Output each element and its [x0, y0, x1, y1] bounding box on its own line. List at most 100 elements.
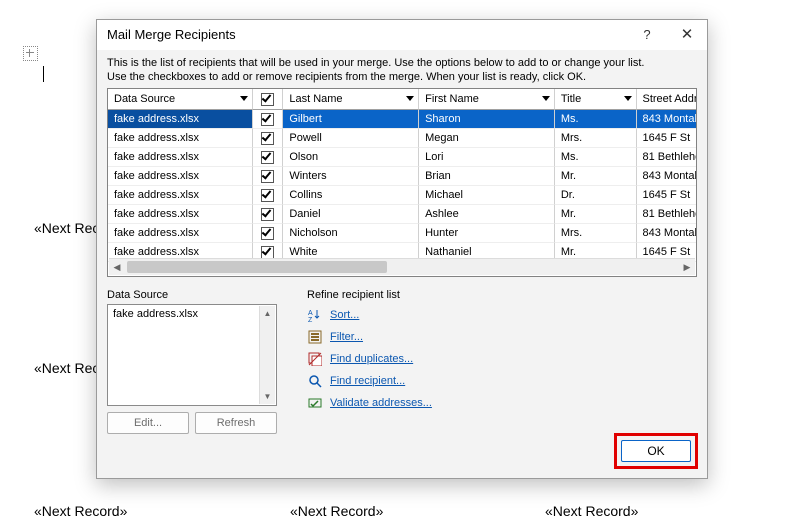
checkbox-icon [261, 93, 274, 106]
find-recipient-link[interactable]: Find recipient... [330, 375, 405, 387]
table-row[interactable]: fake address.xlsx OlsonLoriMs.81 Bethlehe… [108, 148, 697, 167]
datasource-listbox[interactable]: fake address.xlsx ▲ ▼ [107, 304, 277, 406]
dialog-intro: This is the list of recipients that will… [107, 56, 697, 84]
table-row[interactable]: fake address.xlsxGilbertSharonMs.843 Mon… [108, 110, 697, 129]
cell-checkbox[interactable] [253, 110, 283, 129]
scroll-right-icon: ▶ [679, 259, 695, 275]
col-lastname[interactable]: Last Name [283, 89, 419, 110]
cell-datasource: fake address.xlsx [108, 167, 253, 186]
col-title-label: Title [561, 93, 581, 105]
cell-lastname: Olson [283, 148, 419, 167]
cell-checkbox[interactable] [253, 167, 283, 186]
cell-title: Ms. [555, 148, 637, 167]
cell-lastname: Nicholson [283, 224, 419, 243]
col-lastname-label: Last Name [289, 93, 342, 105]
cell-lastname: Powell [283, 129, 419, 148]
vertical-scrollbar[interactable]: ▲ ▼ [259, 306, 275, 404]
edit-button[interactable]: Edit... [107, 412, 189, 434]
recipients-table: Data Source Last Name First Name [107, 88, 697, 277]
intro-line-2: Use the checkboxes to add or remove reci… [107, 70, 697, 84]
cell-firstname: Lori [419, 148, 555, 167]
cell-datasource: fake address.xlsx [108, 224, 253, 243]
dialog-titlebar: Mail Merge Recipients ? ✕ [97, 20, 707, 50]
col-title[interactable]: Title [555, 89, 637, 110]
checkbox-icon [261, 246, 274, 259]
cell-lastname: Daniel [283, 205, 419, 224]
table-row[interactable]: fake address.xlsx DanielAshleeMr.81 Bethl… [108, 205, 697, 224]
sort-link[interactable]: Sort... [330, 309, 359, 321]
merge-field: «Next Record» [290, 503, 383, 519]
chevron-down-icon [624, 96, 632, 101]
cell-datasource: fake address.xlsx [108, 205, 253, 224]
find-duplicates-link[interactable]: Find duplicates... [330, 353, 413, 365]
merge-field: «Next Record» [545, 503, 638, 519]
col-firstname-label: First Name [425, 93, 479, 105]
col-address[interactable]: Street Address [637, 89, 698, 110]
cell-title: Mrs. [555, 129, 637, 148]
col-select-all[interactable] [253, 89, 283, 110]
cell-lastname: Gilbert [283, 110, 419, 129]
cell-address: 843 Montalvo Blvd [637, 167, 698, 186]
cell-checkbox[interactable] [253, 148, 283, 167]
cell-datasource: fake address.xlsx [108, 110, 253, 129]
svg-text:A: A [308, 310, 313, 317]
table-header-row: Data Source Last Name First Name [108, 89, 697, 110]
cell-datasource: fake address.xlsx [108, 186, 253, 205]
cell-firstname: Sharon [419, 110, 555, 129]
col-datasource[interactable]: Data Source [108, 89, 253, 110]
scroll-down-icon: ▼ [260, 389, 275, 404]
checkbox-icon [261, 113, 274, 126]
dialog-title: Mail Merge Recipients [107, 27, 236, 42]
ok-button[interactable]: OK [621, 440, 691, 462]
checkbox-icon [261, 227, 274, 240]
intro-line-1: This is the list of recipients that will… [107, 56, 697, 70]
refresh-button[interactable]: Refresh [195, 412, 277, 434]
datasource-item[interactable]: fake address.xlsx [113, 308, 271, 320]
help-button[interactable]: ? [627, 20, 667, 50]
find-recipient-icon [307, 373, 323, 389]
cell-checkbox[interactable] [253, 186, 283, 205]
col-firstname[interactable]: First Name [419, 89, 555, 110]
find-duplicates-icon [307, 351, 323, 367]
cell-checkbox[interactable] [253, 224, 283, 243]
checkbox-icon [261, 170, 274, 183]
table-row[interactable]: fake address.xlsxCollinsMichaelDr.1645 F… [108, 186, 697, 205]
scroll-thumb[interactable] [127, 261, 387, 273]
col-datasource-label: Data Source [114, 93, 175, 105]
refine-label: Refine recipient list [307, 289, 697, 301]
svg-text:Z: Z [308, 317, 313, 322]
cell-lastname: Collins [283, 186, 419, 205]
filter-icon [307, 329, 323, 345]
table-row[interactable]: fake address.xlsxPowellMeganMrs.1645 F S… [108, 129, 697, 148]
validate-link[interactable]: Validate addresses... [330, 397, 432, 409]
cell-address: 1645 F St [637, 129, 698, 148]
cell-title: Mr. [555, 205, 637, 224]
table-row[interactable]: fake address.xlsx WintersBrianMr.843 Mont… [108, 167, 697, 186]
cell-address: 81 Bethlehem Rd [637, 148, 698, 167]
chevron-down-icon [542, 96, 550, 101]
cell-checkbox[interactable] [253, 129, 283, 148]
checkbox-icon [261, 132, 274, 145]
merge-field: «Next Record» [34, 503, 127, 519]
cell-address: 843 Montalvo Blvd [637, 224, 698, 243]
cell-address: 81 Bethlehem Rd [637, 205, 698, 224]
datasource-label: Data Source [107, 289, 285, 301]
close-button[interactable]: ✕ [667, 20, 707, 50]
table-row[interactable]: fake address.xlsxNicholsonHunterMrs.843 … [108, 224, 697, 243]
cell-title: Mr. [555, 167, 637, 186]
cell-title: Dr. [555, 186, 637, 205]
cell-address: 843 Montalvo Blvd [637, 110, 698, 129]
cell-datasource: fake address.xlsx [108, 129, 253, 148]
checkbox-icon [261, 208, 274, 221]
cell-checkbox[interactable] [253, 205, 283, 224]
scroll-up-icon: ▲ [260, 306, 275, 321]
cell-lastname: Winters [283, 167, 419, 186]
validate-icon [307, 395, 323, 411]
filter-link[interactable]: Filter... [330, 331, 363, 343]
cell-firstname: Brian [419, 167, 555, 186]
checkbox-icon [261, 189, 274, 202]
cell-firstname: Ashlee [419, 205, 555, 224]
cell-title: Mrs. [555, 224, 637, 243]
horizontal-scrollbar[interactable]: ◀ ▶ [109, 258, 695, 275]
cell-datasource: fake address.xlsx [108, 148, 253, 167]
